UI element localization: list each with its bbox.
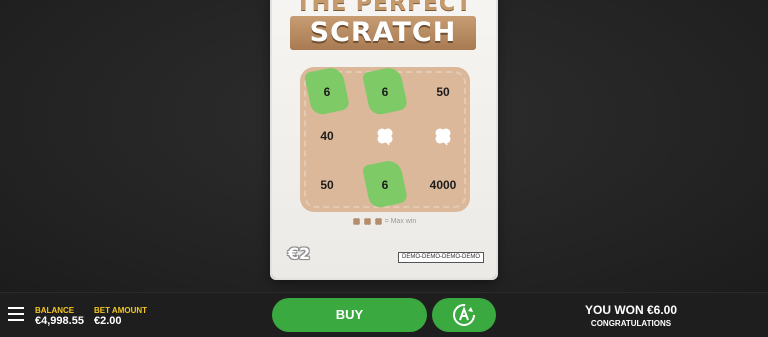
demo-tag: DEMO-DEMO-DEMO-DEMO: [398, 252, 484, 263]
clover-icon: [352, 217, 360, 225]
scratch-area[interactable]: 6 6 50 40 50 6 4000: [300, 67, 470, 212]
bottom-bar: BALANCE €4,998.55 BET AMOUNT €2.00 BUY Y…: [0, 292, 768, 337]
bet-amount-value[interactable]: €2.00: [94, 315, 122, 327]
scratch-cell[interactable]: 6: [360, 75, 410, 109]
clover-icon: [374, 217, 382, 225]
scratch-cell[interactable]: 50: [302, 168, 352, 202]
ticket-price-badge: €2: [287, 244, 311, 263]
buy-button[interactable]: BUY: [272, 298, 427, 332]
bet-amount-label: BET AMOUNT: [94, 306, 148, 315]
max-win-legend: = Max win: [272, 216, 496, 228]
autoplay-button[interactable]: [432, 298, 496, 332]
scratch-cell[interactable]: [360, 119, 410, 153]
scratch-cell[interactable]: 6: [302, 75, 352, 109]
clover-icon: [377, 128, 393, 146]
scratch-cell[interactable]: 40: [302, 119, 352, 153]
scratch-cell[interactable]: 6: [360, 168, 410, 202]
ticket-title-main: SCRATCH: [290, 16, 476, 50]
scratch-cell[interactable]: 4000: [418, 168, 468, 202]
balance-value: €4,998.55: [35, 315, 84, 327]
scratch-cell[interactable]: [418, 119, 468, 153]
clover-icon: [435, 128, 451, 146]
congratulations-text: CONGRATULATIONS: [590, 319, 672, 328]
win-amount-text: YOU WON €6.00: [584, 303, 678, 317]
scratch-cell[interactable]: 50: [418, 75, 468, 109]
autoplay-icon: [453, 304, 475, 326]
hamburger-menu-icon[interactable]: [8, 307, 24, 321]
balance-label: BALANCE: [35, 306, 75, 315]
clover-icon: [363, 217, 371, 225]
scratch-ticket: THE PERFECT SCRATCH 6 6 50 40 50 6 4000 …: [272, 0, 496, 278]
ticket-title-top: THE PERFECT: [295, 0, 473, 16]
max-win-label: = Max win: [384, 218, 417, 225]
game-stage: THE PERFECT SCRATCH 6 6 50 40 50 6 4000 …: [0, 0, 768, 292]
